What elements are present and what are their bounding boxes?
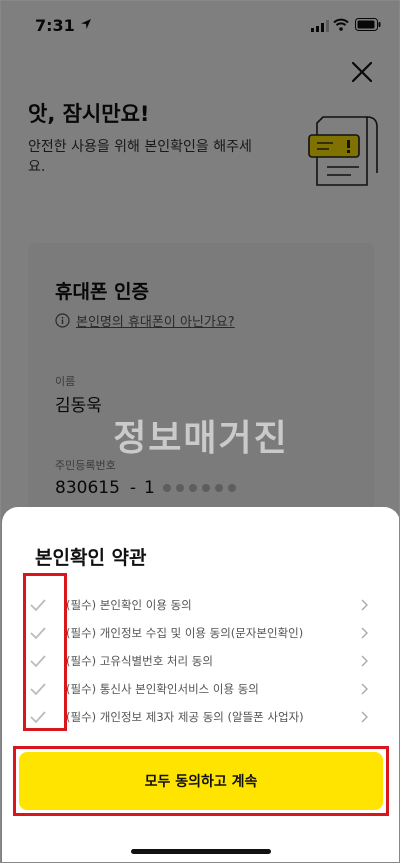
sheet-title: 본인확인 약관 (35, 547, 147, 569)
app-screen: 7:31 앗, 잠시만요! 안전한 사용을 위해 본인확인을 해주세요. (0, 0, 400, 863)
chevron-right-icon[interactable] (360, 655, 368, 667)
term-label: (필수) 고유식별번호 처리 동의 (66, 654, 213, 668)
check-icon[interactable] (29, 625, 47, 641)
home-indicator[interactable] (131, 849, 271, 854)
term-row-identity-verification[interactable]: (필수) 본인확인 이용 동의 (2, 591, 399, 619)
term-label: (필수) 개인정보 제3자 제공 동의 (알뜰폰 사업자) (66, 710, 304, 724)
term-row-unique-id[interactable]: (필수) 고유식별번호 처리 동의 (2, 647, 399, 675)
term-label: (필수) 본인확인 이용 동의 (66, 598, 192, 612)
chevron-right-icon[interactable] (360, 627, 368, 639)
check-icon[interactable] (29, 681, 47, 697)
check-icon[interactable] (29, 653, 47, 669)
watermark: 정보매거진 (113, 418, 289, 459)
chevron-right-icon[interactable] (360, 599, 368, 611)
term-label: (필수) 통신사 본인확인서비스 이용 동의 (66, 682, 259, 696)
terms-list: (필수) 본인확인 이용 동의 (필수) 개인정보 수집 및 이용 동의(문자본… (2, 591, 399, 731)
term-label: (필수) 개인정보 수집 및 이용 동의(문자본인확인) (66, 626, 304, 640)
agree-all-continue-button[interactable]: 모두 동의하고 계속 (19, 752, 383, 810)
check-icon[interactable] (29, 709, 47, 725)
chevron-right-icon[interactable] (360, 683, 368, 695)
chevron-right-icon[interactable] (360, 711, 368, 723)
term-row-carrier-service[interactable]: (필수) 통신사 본인확인서비스 이용 동의 (2, 675, 399, 703)
term-row-personal-info[interactable]: (필수) 개인정보 수집 및 이용 동의(문자본인확인) (2, 619, 399, 647)
check-icon[interactable] (29, 597, 47, 613)
term-row-third-party[interactable]: (필수) 개인정보 제3자 제공 동의 (알뜰폰 사업자) (2, 703, 399, 731)
